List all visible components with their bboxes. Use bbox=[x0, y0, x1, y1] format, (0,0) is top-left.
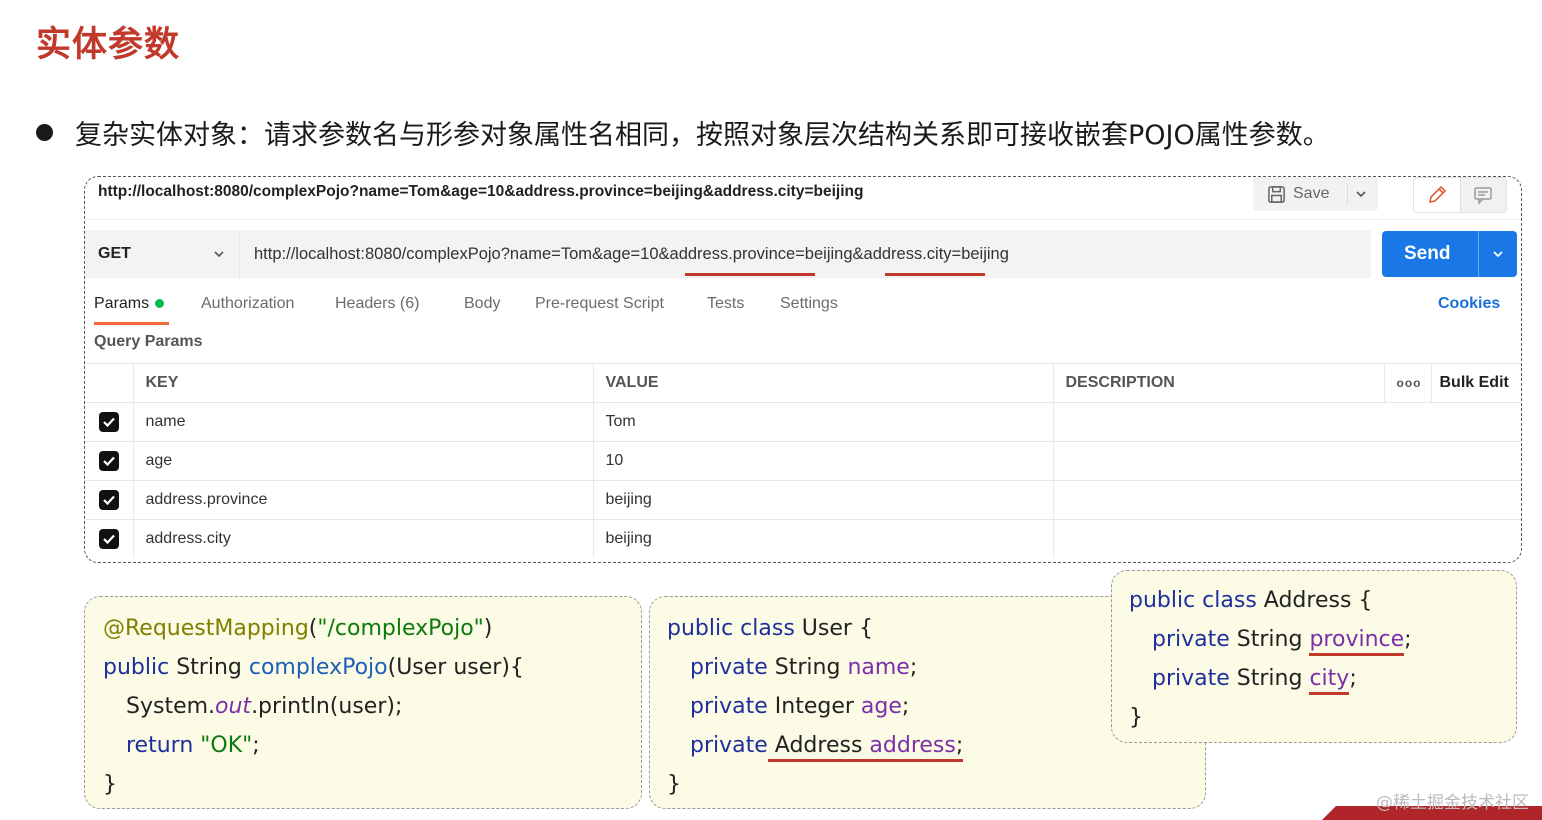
bullet-point: 复杂实体对象：请求参数名与形参对象属性名相同，按照对象层次结构关系即可接收嵌套P… bbox=[36, 112, 1516, 152]
row-checkbox[interactable] bbox=[98, 529, 119, 549]
param-value[interactable]: Tom bbox=[593, 402, 1054, 442]
bulk-edit-button[interactable]: Bulk Edit bbox=[1431, 363, 1521, 403]
param-value[interactable]: beijing bbox=[593, 519, 1054, 558]
request-url-bar: GET bbox=[85, 229, 1371, 279]
table-header-row: KEY VALUE DESCRIPTION ooo Bulk Edit bbox=[85, 363, 1521, 403]
save-button[interactable]: Save bbox=[1253, 177, 1378, 211]
tab-params-label: Params bbox=[94, 295, 150, 312]
url-input[interactable] bbox=[240, 229, 1371, 279]
table-row: address.province beijing bbox=[85, 480, 1521, 520]
code-line: } bbox=[1129, 705, 1143, 730]
table-row: name Tom bbox=[85, 402, 1521, 442]
code-line: } bbox=[667, 772, 681, 797]
query-params-table: KEY VALUE DESCRIPTION ooo Bulk Edit name… bbox=[85, 363, 1521, 558]
cookies-link[interactable]: Cookies bbox=[1438, 295, 1500, 313]
mapping-path: "/complexPojo" bbox=[317, 616, 484, 641]
param-key[interactable]: age bbox=[133, 441, 594, 481]
address-class-code-block: public class Address { private String pr… bbox=[1111, 570, 1517, 743]
code-line: public String complexPojo(User user){ bbox=[103, 655, 524, 680]
chevron-down-icon[interactable] bbox=[1354, 187, 1368, 201]
code-line: } bbox=[103, 772, 117, 797]
column-header-value: VALUE bbox=[593, 363, 1054, 403]
table-row: age 10 bbox=[85, 441, 1521, 481]
annotation-text: @RequestMapping bbox=[103, 616, 309, 641]
param-description[interactable] bbox=[1053, 519, 1521, 558]
slide-title: 实体参数 bbox=[36, 25, 181, 65]
code-line: private String province; bbox=[1129, 620, 1516, 659]
edit-pencil-icon[interactable] bbox=[1414, 178, 1460, 212]
param-key[interactable]: address.city bbox=[133, 519, 594, 558]
code-line: return "OK"; bbox=[126, 733, 260, 758]
field-name-underlined: city bbox=[1309, 666, 1350, 695]
row-checkbox[interactable] bbox=[98, 490, 119, 510]
tab-pre-request-script[interactable]: Pre-request Script bbox=[535, 295, 664, 313]
tab-tests[interactable]: Tests bbox=[707, 295, 744, 313]
checkbox-header bbox=[85, 363, 134, 403]
active-tab-indicator bbox=[94, 322, 169, 325]
field-name-underlined: province bbox=[1309, 627, 1405, 656]
row-checkbox[interactable] bbox=[98, 451, 119, 471]
save-divider bbox=[1347, 183, 1348, 205]
column-header-description: DESCRIPTION bbox=[1053, 363, 1385, 403]
save-label: Save bbox=[1293, 185, 1330, 202]
param-description[interactable] bbox=[1053, 480, 1521, 520]
send-label: Send bbox=[1404, 243, 1451, 264]
city-underline bbox=[885, 273, 985, 276]
tab-body[interactable]: Body bbox=[464, 295, 500, 313]
tab-headers[interactable]: Headers (6) bbox=[335, 295, 419, 313]
param-description[interactable] bbox=[1053, 441, 1521, 481]
method-name: complexPojo bbox=[248, 655, 388, 680]
comment-icon[interactable] bbox=[1459, 178, 1506, 212]
param-value[interactable]: beijing bbox=[593, 480, 1054, 520]
bullet-dot-icon bbox=[36, 123, 53, 141]
code-line: @RequestMapping("/complexPojo") bbox=[103, 616, 493, 641]
method-label: GET bbox=[98, 245, 131, 262]
save-icon bbox=[1267, 185, 1286, 204]
field-name: age bbox=[860, 694, 902, 719]
table-row: address.city beijing bbox=[85, 519, 1521, 558]
param-key[interactable]: name bbox=[133, 402, 594, 442]
code-line: System.out.println(user); bbox=[126, 694, 403, 719]
more-options-icon[interactable]: ooo bbox=[1384, 363, 1432, 403]
code-line: public class Address { bbox=[1129, 588, 1373, 613]
tab-params[interactable]: Params bbox=[94, 295, 165, 313]
request-header-bar: http://localhost:8080/complexPojo?name=T… bbox=[85, 177, 1521, 220]
chevron-down-icon bbox=[212, 247, 226, 261]
params-active-dot-icon bbox=[155, 299, 165, 309]
controller-code-block: @RequestMapping("/complexPojo") public S… bbox=[84, 596, 642, 809]
watermark: @稀土掘金技术社区 bbox=[1376, 793, 1529, 813]
field-name: name bbox=[847, 655, 910, 680]
postman-request-panel: http://localhost:8080/complexPojo?name=T… bbox=[84, 176, 1522, 563]
param-key[interactable]: address.province bbox=[133, 480, 594, 520]
method-select[interactable]: GET bbox=[85, 230, 240, 278]
row-checkbox[interactable] bbox=[98, 412, 119, 432]
column-header-key: KEY bbox=[133, 363, 594, 403]
tab-authorization[interactable]: Authorization bbox=[201, 295, 294, 313]
tab-settings[interactable]: Settings bbox=[780, 295, 838, 313]
send-button[interactable]: Send bbox=[1382, 231, 1517, 277]
param-value[interactable]: 10 bbox=[593, 441, 1054, 481]
side-tools bbox=[1413, 177, 1507, 213]
query-params-label: Query Params bbox=[94, 333, 203, 350]
field-name-underlined: address bbox=[869, 733, 956, 758]
request-name[interactable]: http://localhost:8080/complexPojo?name=T… bbox=[98, 183, 863, 201]
bullet-text: 复杂实体对象：请求参数名与形参对象属性名相同，按照对象层次结构关系即可接收嵌套P… bbox=[75, 119, 1330, 151]
param-description[interactable] bbox=[1053, 402, 1521, 442]
code-line: private String city; bbox=[1129, 659, 1516, 698]
chevron-down-icon[interactable] bbox=[1478, 231, 1517, 277]
province-underline bbox=[685, 273, 815, 276]
